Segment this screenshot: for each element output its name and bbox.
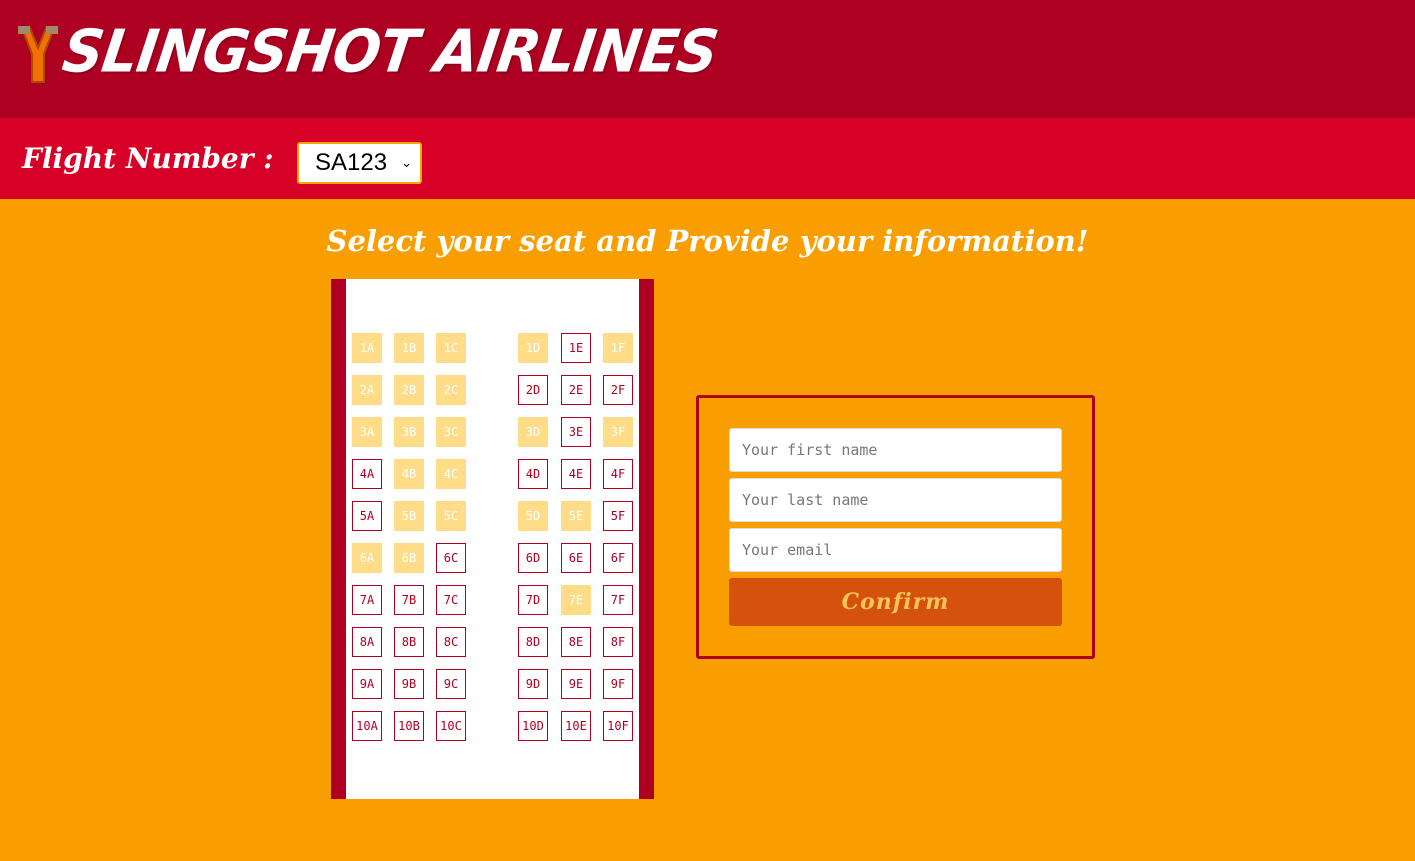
- seat-1D: 1D: [518, 333, 548, 363]
- seat-3A: 3A: [352, 417, 382, 447]
- seat-2B: 2B: [394, 375, 424, 405]
- seat-4A[interactable]: 4A: [352, 459, 382, 489]
- slingshot-icon: [16, 24, 60, 84]
- seat-8F[interactable]: 8F: [603, 627, 633, 657]
- seat-3B: 3B: [394, 417, 424, 447]
- seat-10A[interactable]: 10A: [352, 711, 382, 741]
- brand-title: SLINGSHOT AIRLINES: [58, 18, 722, 87]
- flight-number-select[interactable]: SA123 ⌄: [297, 142, 422, 184]
- email-placeholder: Your email: [742, 541, 833, 559]
- seat-7E: 7E: [561, 585, 591, 615]
- seat-8E[interactable]: 8E: [561, 627, 591, 657]
- last-name-placeholder: Your last name: [742, 491, 869, 509]
- seat-4D[interactable]: 4D: [518, 459, 548, 489]
- seat-9B[interactable]: 9B: [394, 669, 424, 699]
- seat-5F[interactable]: 5F: [603, 501, 633, 531]
- seat-9C[interactable]: 9C: [436, 669, 466, 699]
- seat-9D[interactable]: 9D: [518, 669, 548, 699]
- seat-6E[interactable]: 6E: [561, 543, 591, 573]
- email-input[interactable]: Your email: [729, 528, 1062, 572]
- seat-4E[interactable]: 4E: [561, 459, 591, 489]
- seat-6D[interactable]: 6D: [518, 543, 548, 573]
- seat-3F: 3F: [603, 417, 633, 447]
- seat-5C: 5C: [436, 501, 466, 531]
- flight-number-value: SA123: [315, 149, 388, 176]
- seat-7F[interactable]: 7F: [603, 585, 633, 615]
- seat-10C[interactable]: 10C: [436, 711, 466, 741]
- seat-10D[interactable]: 10D: [518, 711, 548, 741]
- seat-7D[interactable]: 7D: [518, 585, 548, 615]
- seat-5E: 5E: [561, 501, 591, 531]
- seat-6F[interactable]: 6F: [603, 543, 633, 573]
- seat-9F[interactable]: 9F: [603, 669, 633, 699]
- seat-6B: 6B: [394, 543, 424, 573]
- seat-5A[interactable]: 5A: [352, 501, 382, 531]
- seat-9A[interactable]: 9A: [352, 669, 382, 699]
- seat-1A: 1A: [352, 333, 382, 363]
- seat-2D[interactable]: 2D: [518, 375, 548, 405]
- seat-2C: 2C: [436, 375, 466, 405]
- seat-7C[interactable]: 7C: [436, 585, 466, 615]
- seat-1B: 1B: [394, 333, 424, 363]
- seat-3C: 3C: [436, 417, 466, 447]
- seat-8B[interactable]: 8B: [394, 627, 424, 657]
- seat-4B: 4B: [394, 459, 424, 489]
- seat-8D[interactable]: 8D: [518, 627, 548, 657]
- confirm-button[interactable]: Confirm: [729, 578, 1062, 626]
- seat-7A[interactable]: 7A: [352, 585, 382, 615]
- seat-1E[interactable]: 1E: [561, 333, 591, 363]
- seat-2A: 2A: [352, 375, 382, 405]
- seat-6C[interactable]: 6C: [436, 543, 466, 573]
- page-heading: Select your seat and Provide your inform…: [326, 224, 1089, 258]
- seat-5B: 5B: [394, 501, 424, 531]
- seat-3D: 3D: [518, 417, 548, 447]
- seat-1F: 1F: [603, 333, 633, 363]
- seat-10B[interactable]: 10B: [394, 711, 424, 741]
- seat-4C: 4C: [436, 459, 466, 489]
- seat-10F[interactable]: 10F: [603, 711, 633, 741]
- flight-number-label: Flight Number :: [22, 142, 274, 175]
- seat-6A: 6A: [352, 543, 382, 573]
- seat-2E[interactable]: 2E: [561, 375, 591, 405]
- seat-7B[interactable]: 7B: [394, 585, 424, 615]
- first-name-placeholder: Your first name: [742, 441, 878, 459]
- seat-5D: 5D: [518, 501, 548, 531]
- seat-9E[interactable]: 9E: [561, 669, 591, 699]
- first-name-input[interactable]: Your first name: [729, 428, 1062, 472]
- seat-10E[interactable]: 10E: [561, 711, 591, 741]
- seat-1C: 1C: [436, 333, 466, 363]
- last-name-input[interactable]: Your last name: [729, 478, 1062, 522]
- seat-2F[interactable]: 2F: [603, 375, 633, 405]
- seat-3E[interactable]: 3E: [561, 417, 591, 447]
- chevron-down-icon: ⌄: [401, 155, 412, 170]
- seat-4F[interactable]: 4F: [603, 459, 633, 489]
- seat-8A[interactable]: 8A: [352, 627, 382, 657]
- seat-8C[interactable]: 8C: [436, 627, 466, 657]
